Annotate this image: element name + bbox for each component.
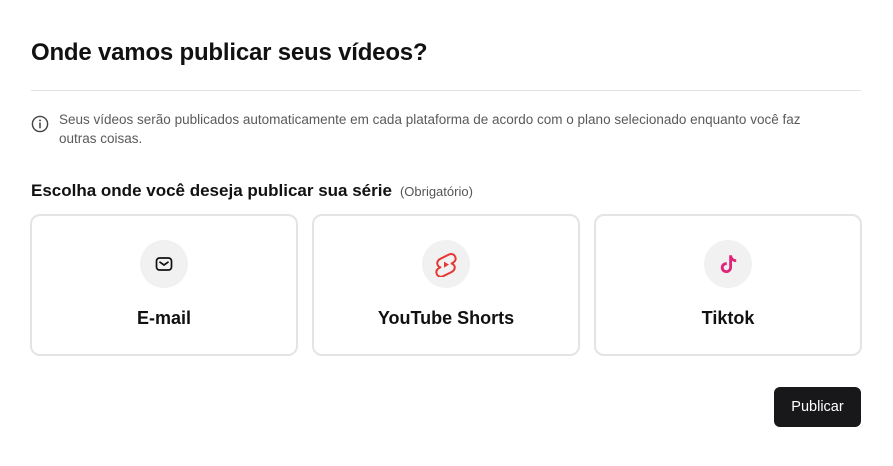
icon-circle — [704, 240, 752, 288]
option-card-email[interactable]: E-mail — [30, 214, 298, 356]
publish-button[interactable]: Publicar — [774, 387, 861, 427]
icon-circle — [140, 240, 188, 288]
required-label: (Obrigatório) — [399, 184, 473, 199]
option-label: Tiktok — [701, 308, 755, 328]
option-label: E-mail — [136, 308, 192, 328]
option-card-tiktok[interactable]: Tiktok — [594, 214, 862, 356]
icon-circle — [422, 240, 470, 288]
mail-icon — [155, 257, 173, 271]
info-circle-icon — [31, 115, 49, 133]
tiktok-icon — [720, 255, 737, 273]
option-label: YouTube Shorts — [377, 308, 515, 328]
destination-label: Escolha onde você deseja publicar sua sé… — [31, 181, 392, 200]
divider — [31, 90, 861, 91]
youtube-shorts-icon — [435, 253, 457, 277]
destination-heading: Escolha onde você deseja publicar sua sé… — [31, 181, 473, 201]
info-text: Seus vídeos serão publicados automaticam… — [59, 112, 801, 146]
info-notice: Seus vídeos serão publicados automaticam… — [31, 110, 841, 148]
dialog-title: Onde vamos publicar seus vídeos? — [31, 39, 428, 66]
destination-options: E-mail YouTube Shorts Tiktok — [30, 214, 862, 356]
option-card-youtube-shorts[interactable]: YouTube Shorts — [312, 214, 580, 356]
publish-dialog: Onde vamos publicar seus vídeos? Seus ví… — [0, 0, 893, 466]
